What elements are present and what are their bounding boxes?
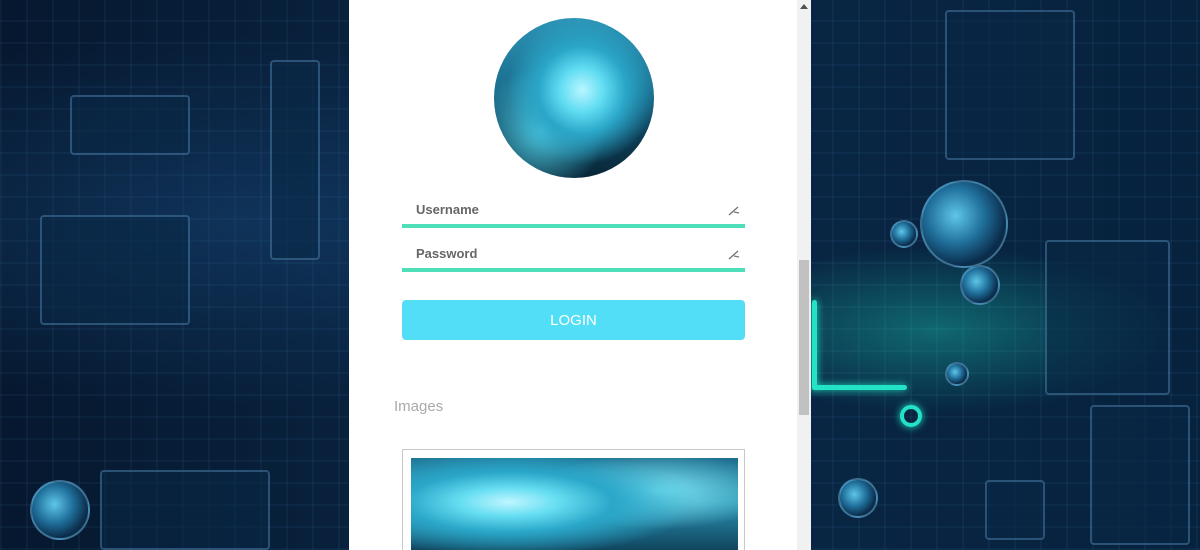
password-label: Password: [416, 246, 478, 261]
username-field[interactable]: Username: [402, 198, 745, 228]
login-button[interactable]: LOGIN: [402, 300, 745, 340]
image-thumbnail[interactable]: [411, 458, 738, 550]
circuit-knob: [890, 220, 918, 248]
circuit-chip: [1045, 240, 1170, 395]
image-card[interactable]: [402, 449, 745, 550]
circuit-knob: [960, 265, 1000, 305]
scroll-up-arrow-icon[interactable]: [797, 0, 811, 12]
password-field[interactable]: Password: [402, 242, 745, 272]
circuit-knob: [945, 362, 969, 386]
circuit-chip: [100, 470, 270, 550]
circuit-knob: [30, 480, 90, 540]
circuit-glow-pad: [900, 405, 922, 427]
circuit-knob: [920, 180, 1008, 268]
profile-avatar: [494, 18, 654, 178]
edit-pen-icon: [728, 206, 740, 216]
vertical-scrollbar[interactable]: [797, 0, 811, 550]
username-label: Username: [416, 202, 479, 217]
circuit-chip: [40, 215, 190, 325]
circuit-glow-trace: [812, 300, 817, 390]
images-section-title: Images: [394, 398, 444, 415]
edit-pen-icon: [728, 250, 740, 260]
circuit-glow-trace: [812, 385, 907, 390]
circuit-chip: [1090, 405, 1190, 545]
circuit-chip: [985, 480, 1045, 540]
circuit-chip: [270, 60, 320, 260]
circuit-knob: [838, 478, 878, 518]
circuit-chip: [945, 10, 1075, 160]
circuit-chip: [70, 95, 190, 155]
scroll-thumb[interactable]: [799, 260, 809, 415]
